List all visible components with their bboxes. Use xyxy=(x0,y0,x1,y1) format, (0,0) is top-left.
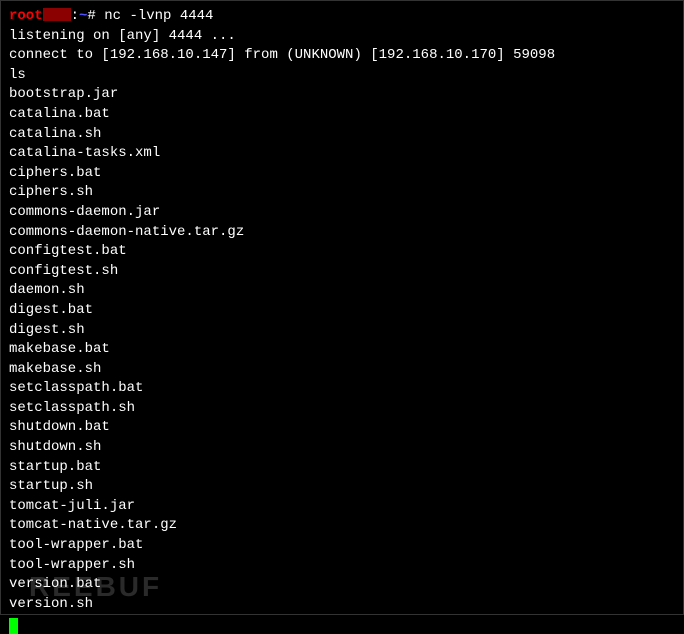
file-list: bootstrap.jarcatalina.batcatalina.shcata… xyxy=(9,85,675,614)
file-entry: shutdown.bat xyxy=(9,418,675,438)
file-entry: makebase.bat xyxy=(9,340,675,360)
prompt-line: root:~# nc -lvnp 4444 xyxy=(9,7,675,27)
file-entry: version.bat xyxy=(9,575,675,595)
file-entry: tool-wrapper.bat xyxy=(9,536,675,556)
file-entry: tomcat-native.tar.gz xyxy=(9,516,675,536)
file-entry: shutdown.sh xyxy=(9,438,675,458)
file-entry: version.sh xyxy=(9,595,675,615)
file-entry: catalina.bat xyxy=(9,105,675,125)
file-entry: configtest.bat xyxy=(9,242,675,262)
file-entry: configtest.sh xyxy=(9,262,675,282)
file-entry: catalina.sh xyxy=(9,125,675,145)
file-entry: tool-wrapper.sh xyxy=(9,556,675,576)
file-entry: setclasspath.sh xyxy=(9,399,675,419)
file-entry: ciphers.bat xyxy=(9,164,675,184)
file-entry: commons-daemon.jar xyxy=(9,203,675,223)
file-entry: commons-daemon-native.tar.gz xyxy=(9,223,675,243)
file-entry: ciphers.sh xyxy=(9,183,675,203)
command-text: nc -lvnp 4444 xyxy=(104,8,213,24)
file-entry: startup.bat xyxy=(9,458,675,478)
file-entry: daemon.sh xyxy=(9,281,675,301)
output-listening: listening on [any] 4444 ... xyxy=(9,27,675,47)
file-entry: bootstrap.jar xyxy=(9,85,675,105)
file-entry: startup.sh xyxy=(9,477,675,497)
file-entry: setclasspath.bat xyxy=(9,379,675,399)
file-entry: digest.sh xyxy=(9,321,675,341)
cursor xyxy=(9,618,18,634)
file-entry: makebase.sh xyxy=(9,360,675,380)
file-entry: tomcat-juli.jar xyxy=(9,497,675,517)
prompt-separator: : xyxy=(71,8,79,24)
prompt-user: root xyxy=(9,8,43,24)
prompt-symbol: # xyxy=(87,8,95,24)
typed-command: ls xyxy=(9,66,675,86)
file-entry: catalina-tasks.xml xyxy=(9,144,675,164)
terminal-output[interactable]: root:~# nc -lvnp 4444 listening on [any]… xyxy=(9,7,675,634)
redacted-hostname xyxy=(43,8,71,21)
file-entry: digest.bat xyxy=(9,301,675,321)
cursor-line[interactable] xyxy=(9,614,675,634)
output-connect: connect to [192.168.10.147] from (UNKNOW… xyxy=(9,46,675,66)
